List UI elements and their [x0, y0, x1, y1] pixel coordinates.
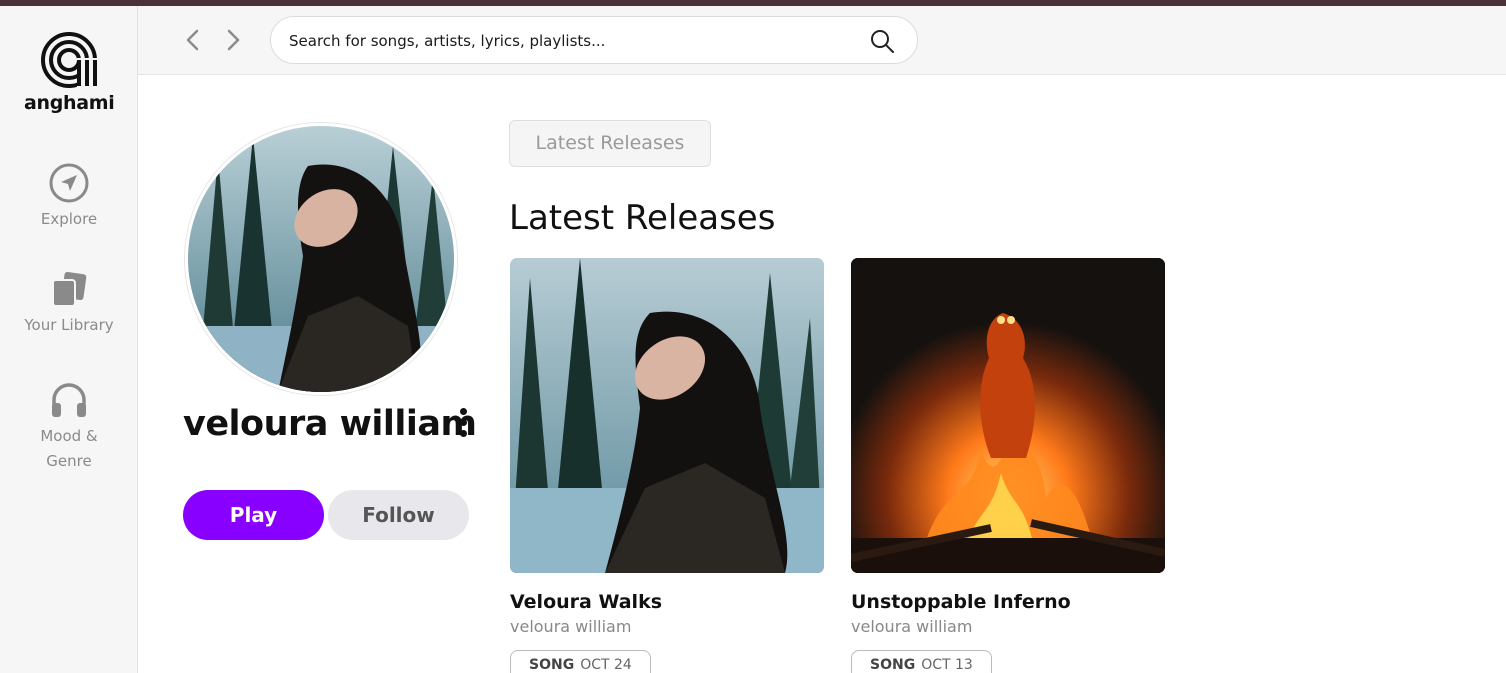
sidebar-item-label: Your Library — [24, 316, 114, 334]
sidebar: anghami Explore Your Library Mood & Genr… — [0, 6, 138, 673]
release-badge: SONG OCT 13 — [851, 650, 992, 673]
sidebar-item-label: Mood & Genre — [40, 427, 98, 470]
more-options-icon[interactable] — [454, 408, 472, 442]
library-icon — [52, 271, 87, 307]
anghami-logo-icon — [41, 32, 97, 88]
artist-photo — [188, 126, 454, 392]
explore-icon — [49, 163, 89, 203]
release-date: OCT 24 — [580, 657, 632, 673]
filter-chip-latest-releases[interactable]: Latest Releases — [509, 120, 711, 167]
follow-button[interactable]: Follow — [328, 490, 469, 540]
release-type: SONG — [529, 657, 575, 673]
release-badge: SONG OCT 24 — [510, 650, 651, 673]
release-type: SONG — [870, 657, 916, 673]
forward-arrow-icon[interactable] — [222, 28, 244, 52]
sidebar-item-mood-genre[interactable]: Mood & Genre — [0, 380, 138, 474]
release-card[interactable]: Unstoppable Inferno veloura william SONG… — [851, 258, 1165, 673]
release-cover-art — [510, 258, 824, 573]
release-title[interactable]: Veloura Walks — [510, 591, 824, 613]
logo-text: anghami — [24, 92, 115, 114]
anghami-logo[interactable]: anghami — [24, 30, 115, 114]
release-title[interactable]: Unstoppable Inferno — [851, 591, 1165, 613]
sidebar-item-library[interactable]: Your Library — [0, 269, 138, 338]
release-cover[interactable] — [510, 258, 824, 573]
search-bar[interactable] — [270, 16, 918, 64]
top-bar — [138, 6, 1506, 75]
sidebar-item-label: Explore — [40, 210, 98, 228]
release-artist[interactable]: veloura william — [851, 617, 1165, 636]
artist-avatar — [185, 123, 457, 395]
headphones-icon — [52, 383, 86, 417]
release-date: OCT 13 — [921, 657, 973, 673]
release-cover[interactable] — [851, 258, 1165, 573]
release-artist[interactable]: veloura william — [510, 617, 824, 636]
release-cover-art — [851, 258, 1165, 573]
section-title: Latest Releases — [509, 198, 776, 238]
search-icon[interactable] — [869, 28, 895, 54]
back-arrow-icon[interactable] — [182, 28, 204, 52]
play-button[interactable]: Play — [183, 490, 324, 540]
sidebar-item-explore[interactable]: Explore — [0, 163, 138, 232]
artist-name: veloura william — [183, 404, 477, 444]
release-card[interactable]: Veloura Walks veloura william SONG OCT 24 — [510, 258, 824, 673]
search-input[interactable] — [289, 29, 849, 53]
